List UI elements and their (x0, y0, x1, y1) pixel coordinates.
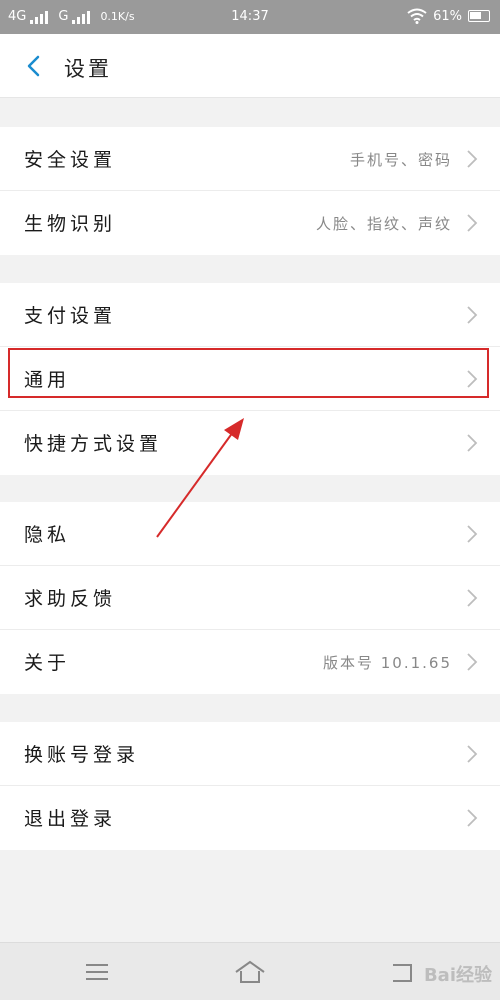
chevron-right-icon (467, 525, 478, 543)
row-about[interactable]: 关于 版本号 10.1.65 (0, 630, 500, 694)
settings-group-4: 换账号登录 退出登录 (0, 722, 500, 850)
row-label: 换账号登录 (24, 744, 140, 766)
back-icon[interactable] (385, 957, 419, 987)
row-feedback[interactable]: 求助反馈 (0, 566, 500, 630)
header: 设置 (0, 34, 500, 98)
row-switch-account[interactable]: 换账号登录 (0, 722, 500, 786)
home-icon[interactable] (233, 957, 267, 987)
row-label: 快捷方式设置 (24, 433, 163, 455)
row-shortcuts[interactable]: 快捷方式设置 (0, 411, 500, 475)
settings-group-3: 隐私 求助反馈 关于 版本号 10.1.65 (0, 502, 500, 694)
system-nav-bar: Bai经验 (0, 942, 500, 1000)
row-logout[interactable]: 退出登录 (0, 786, 500, 850)
row-label: 通用 (24, 369, 71, 391)
row-payment[interactable]: 支付设置 (0, 283, 500, 347)
chevron-right-icon (467, 745, 478, 763)
battery-percent: 61% (433, 8, 462, 24)
menu-icon[interactable] (80, 957, 114, 987)
wifi-icon (407, 8, 427, 24)
status-right: 61% (407, 8, 490, 24)
chevron-right-icon (467, 434, 478, 452)
battery-icon (468, 10, 490, 22)
chevron-right-icon (467, 370, 478, 388)
row-general[interactable]: 通用 (0, 347, 500, 411)
back-chevron-icon[interactable] (20, 52, 48, 80)
chevron-right-icon (467, 214, 478, 232)
chevron-right-icon (467, 150, 478, 168)
row-label: 退出登录 (24, 808, 117, 830)
chevron-right-icon (467, 306, 478, 324)
row-security[interactable]: 安全设置 手机号、密码 (0, 127, 500, 191)
row-privacy[interactable]: 隐私 (0, 502, 500, 566)
watermark: Bai经验 (423, 965, 492, 986)
settings-group-2: 支付设置 通用 快捷方式设置 (0, 283, 500, 475)
row-value: 手机号、密码 (349, 151, 452, 169)
version-value: 版本号 10.1.65 (322, 654, 452, 672)
chevron-right-icon (467, 653, 478, 671)
row-label: 安全设置 (24, 149, 117, 171)
row-label: 生物识别 (24, 213, 117, 235)
row-label: 隐私 (24, 524, 71, 546)
chevron-right-icon (467, 589, 478, 607)
status-bar: 4G G 0.1K/s 14:37 61% (0, 0, 500, 34)
chevron-right-icon (467, 809, 478, 827)
row-label: 求助反馈 (24, 588, 117, 610)
settings-group-1: 安全设置 手机号、密码 生物识别 人脸、指纹、声纹 (0, 127, 500, 255)
page-title: 设置 (64, 57, 112, 81)
row-label: 关于 (24, 652, 71, 674)
row-value: 人脸、指纹、声纹 (315, 215, 452, 233)
row-label: 支付设置 (24, 305, 117, 327)
row-biometric[interactable]: 生物识别 人脸、指纹、声纹 (0, 191, 500, 255)
